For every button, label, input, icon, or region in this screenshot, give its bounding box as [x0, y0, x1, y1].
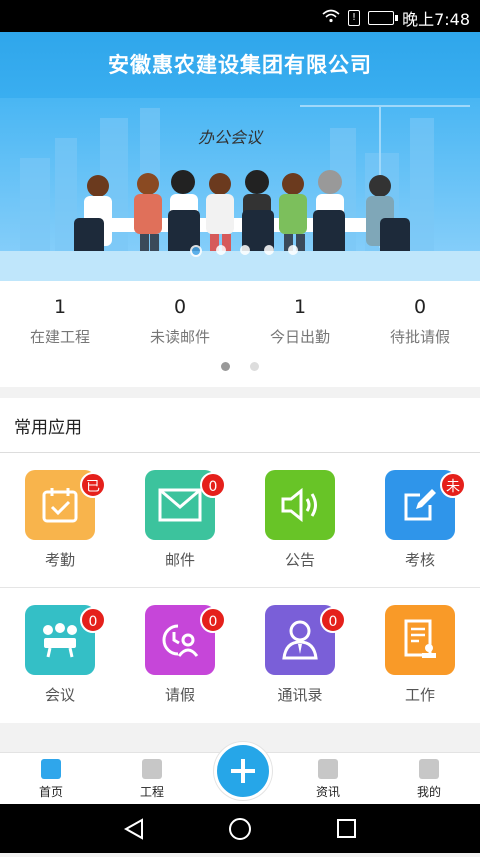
app-mail[interactable]: 0 邮件 — [120, 453, 240, 587]
app-label: 邮件 — [164, 551, 195, 569]
stat-value: 0 — [413, 296, 427, 318]
plus-icon — [231, 759, 255, 783]
banner-dot[interactable] — [288, 245, 298, 255]
nav-label: 工程 — [139, 785, 164, 799]
app-label: 会议 — [44, 686, 75, 704]
nav-profile[interactable]: 我的 — [399, 759, 459, 800]
status-time: 晚上7:48 — [402, 10, 470, 29]
count-badge: 0 — [80, 607, 106, 633]
section-title: 常用应用 — [0, 398, 480, 453]
app-contacts[interactable]: 0 通讯录 — [240, 588, 360, 722]
apps-row: 0 会议 0 请假 0 通讯录 工作 — [0, 588, 480, 722]
stats-pager — [221, 362, 259, 371]
home-icon — [41, 759, 61, 779]
banner-dot[interactable] — [216, 245, 226, 255]
count-badge: 0 — [320, 607, 346, 633]
app-label: 工作 — [404, 686, 435, 704]
page-title: 安徽惠农建设集团有限公司 — [0, 32, 480, 98]
home-circle-icon[interactable] — [229, 818, 251, 840]
wifi-icon — [322, 9, 340, 27]
count-badge: 0 — [200, 472, 226, 498]
app-label: 考核 — [404, 551, 435, 569]
nav-projects[interactable]: 工程 — [122, 759, 182, 800]
nav-news[interactable]: 资讯 — [298, 759, 358, 800]
banner-dot[interactable] — [190, 245, 202, 257]
nav-label: 我的 — [416, 785, 441, 799]
app-work[interactable]: 工作 — [360, 588, 480, 722]
stat-attendance[interactable]: 1 今日出勤 — [240, 281, 360, 387]
nav-label: 资讯 — [315, 785, 340, 799]
stat-label: 今日出勤 — [269, 328, 330, 346]
app-meeting[interactable]: 0 会议 — [0, 588, 120, 722]
sim-alert-icon: ! — [348, 10, 361, 26]
status-badge: 已 — [80, 472, 106, 498]
document-stamp-icon — [385, 605, 455, 675]
banner-dot[interactable] — [240, 245, 250, 255]
apps-row: 已 考勤 0 邮件 公告 未 考核 — [0, 453, 480, 588]
app-attendance[interactable]: 已 考勤 — [0, 453, 120, 587]
stat-value: 1 — [53, 296, 67, 318]
nav-label: 首页 — [38, 785, 63, 799]
recents-icon[interactable] — [337, 819, 356, 838]
stat-label: 未读邮件 — [149, 328, 210, 346]
banner-dot[interactable] — [264, 245, 274, 255]
battery-icon — [368, 11, 399, 25]
profile-icon — [419, 759, 439, 779]
banner-caption: 办公会议 — [198, 128, 263, 147]
stat-value: 0 — [173, 296, 187, 318]
nav-home[interactable]: 首页 — [21, 759, 81, 800]
stats-panel: 1 在建工程 0 未读邮件 1 今日出勤 0 待批请假 — [0, 281, 480, 387]
status-badge: 未 — [440, 472, 466, 498]
stat-projects[interactable]: 1 在建工程 — [0, 281, 120, 387]
system-nav-bar — [0, 804, 480, 853]
app-label: 公告 — [284, 551, 315, 569]
app-label: 考勤 — [44, 551, 75, 569]
mail-icon — [318, 759, 338, 779]
common-apps-section: 常用应用 已 考勤 0 邮件 公告 未 考核 0 会议 0 请假 0 通讯录 工… — [0, 398, 480, 723]
pager-dot[interactable] — [250, 362, 259, 371]
speaker-icon — [265, 470, 335, 540]
briefcase-icon — [142, 759, 162, 779]
back-icon[interactable] — [123, 818, 143, 840]
pager-dot[interactable] — [221, 362, 230, 371]
stat-value: 1 — [293, 296, 307, 318]
app-label: 通讯录 — [277, 686, 323, 704]
stat-label: 待批请假 — [389, 328, 450, 346]
stat-label: 在建工程 — [29, 328, 90, 346]
app-announcement[interactable]: 公告 — [240, 453, 360, 587]
app-assessment[interactable]: 未 考核 — [360, 453, 480, 587]
status-bar: ! 晚上7:48 — [0, 0, 480, 32]
app-leave[interactable]: 0 请假 — [120, 588, 240, 722]
count-badge: 0 — [200, 607, 226, 633]
stat-pending-leave[interactable]: 0 待批请假 — [360, 281, 480, 387]
banner-carousel[interactable]: 办公会议 — [0, 98, 480, 281]
app-label: 请假 — [164, 686, 195, 704]
add-button[interactable] — [214, 742, 272, 800]
stat-unread-mail[interactable]: 0 未读邮件 — [120, 281, 240, 387]
banner-indicators — [190, 245, 298, 257]
